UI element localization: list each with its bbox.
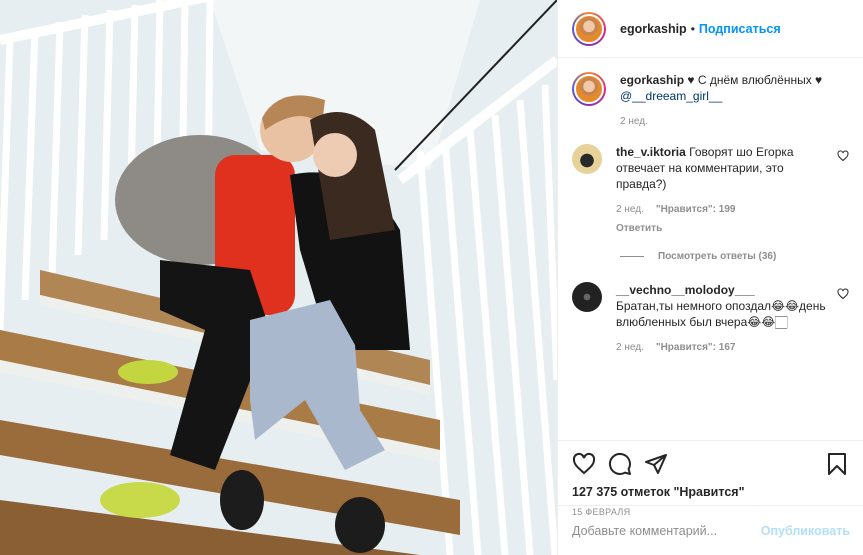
comment-item: __vechno__molodoy___ Братан,ты немного о… — [572, 282, 849, 356]
comment-username[interactable]: __vechno__molodoy___ — [616, 283, 755, 297]
share-icon[interactable] — [644, 452, 668, 476]
comment-body: __vechno__molodoy___ Братан,ты немного о… — [616, 282, 849, 356]
caption-meta: 2 нед. — [620, 114, 827, 130]
cat-avatar-icon[interactable] — [572, 144, 602, 174]
view-replies-button[interactable]: Посмотреть ответы (36) — [620, 251, 849, 262]
caption-avatar-icon[interactable] — [572, 72, 606, 106]
caption-time[interactable]: 2 нед. — [620, 114, 648, 130]
comment-likes[interactable]: "Нравится": 199 — [656, 202, 736, 218]
comment-item: the_v.iktoria Говорят шо Егорка отвечает… — [572, 144, 849, 237]
post-header: egorkaship • Подписаться — [558, 0, 863, 58]
comment-icon[interactable] — [608, 452, 632, 476]
comment-input[interactable] — [572, 523, 761, 538]
caption: egorkaship ♥ С днём влюблённых ♥ @__dree… — [572, 72, 849, 130]
comment-username[interactable]: the_v.iktoria — [616, 145, 686, 159]
comments-list[interactable]: egorkaship ♥ С днём влюблённых ♥ @__dree… — [558, 58, 863, 440]
comment-meta: 2 нед. "Нравится": 199 — [616, 202, 827, 218]
comment-time[interactable]: 2 нед. — [616, 202, 644, 218]
like-count[interactable]: 127 375 отметок "Нравится" — [572, 485, 849, 499]
reply-button[interactable]: Ответить — [616, 221, 827, 237]
post-photo[interactable] — [0, 0, 557, 555]
header-username[interactable]: egorkaship — [620, 22, 687, 36]
caption-text: ♥ С днём влюблённых ♥ — [687, 73, 823, 87]
post-side-panel: egorkaship • Подписаться egorkaship ♥ С … — [557, 0, 863, 555]
profile-avatar-icon[interactable] — [572, 11, 606, 46]
photo-illustration — [0, 0, 557, 555]
comment-heart-icon[interactable] — [837, 288, 849, 300]
instagram-post: egorkaship • Подписаться egorkaship ♥ С … — [0, 0, 863, 555]
add-comment-bar: Опубликовать — [558, 505, 863, 555]
heart-icon[interactable] — [572, 452, 596, 476]
comment-text: Братан,ты немного опоздал😂😂день влюбленн… — [616, 299, 826, 329]
caption-username[interactable]: egorkaship — [620, 73, 684, 87]
separator-dot: • — [690, 21, 695, 36]
comment-time[interactable]: 2 нед. — [616, 340, 644, 356]
comment-meta: 2 нед. "Нравится": 167 — [616, 340, 827, 356]
dark-avatar-icon[interactable] — [572, 282, 602, 312]
caption-body: egorkaship ♥ С днём влюблённых ♥ @__dree… — [620, 72, 849, 130]
replies-line — [620, 256, 644, 257]
follow-button[interactable]: Подписаться — [699, 22, 781, 36]
bookmark-icon[interactable] — [825, 452, 849, 476]
comment-heart-icon[interactable] — [837, 150, 849, 162]
caption-mention[interactable]: @__dreeam_girl__ — [620, 89, 722, 103]
comment-body: the_v.iktoria Говорят шо Егорка отвечает… — [616, 144, 849, 237]
action-bar — [572, 449, 849, 479]
view-replies-label: Посмотреть ответы (36) — [658, 251, 777, 262]
publish-button[interactable]: Опубликовать — [761, 524, 850, 538]
comment-likes[interactable]: "Нравится": 167 — [656, 340, 736, 356]
